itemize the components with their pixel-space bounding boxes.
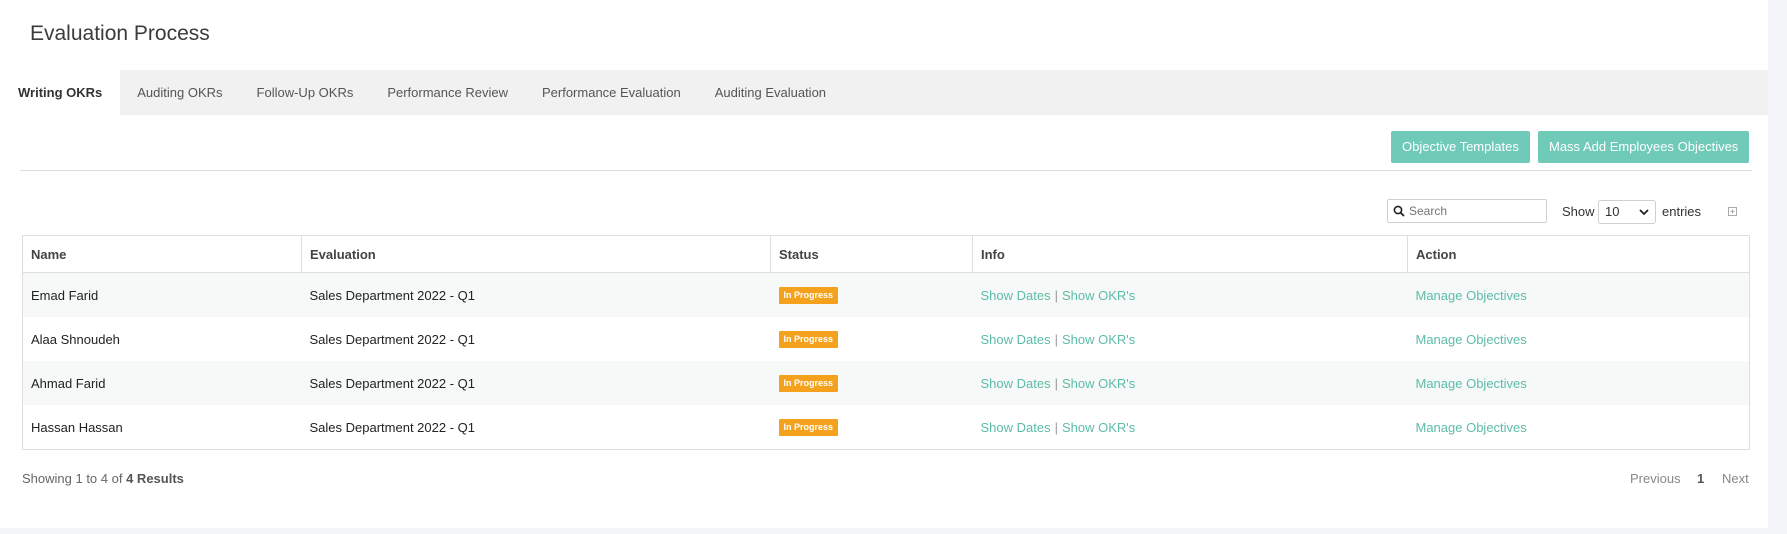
export-icon[interactable] [1728, 207, 1737, 216]
tab-auditing-evaluation[interactable]: Auditing Evaluation [698, 70, 843, 115]
status-badge: In Progress [778, 331, 839, 348]
manage-objectives-link[interactable]: Manage Objectives [1416, 288, 1527, 303]
cell-evaluation: Sales Department 2022 - Q1 [309, 331, 475, 347]
objective-templates-button[interactable]: Objective Templates [1391, 131, 1530, 163]
manage-objectives-link[interactable]: Manage Objectives [1416, 332, 1527, 347]
search-field[interactable] [1387, 199, 1547, 223]
chevron-down-icon [1639, 209, 1649, 216]
entries-label: entries [1662, 204, 1702, 219]
cell-name: Emad Farid [22, 272, 302, 317]
column-header-action[interactable]: Action [1407, 235, 1750, 273]
show-dates-link[interactable]: Show Dates [981, 332, 1051, 347]
tab-performance-evaluation[interactable]: Performance Evaluation [525, 70, 698, 115]
tab-performance-review[interactable]: Performance Review [370, 70, 525, 115]
table-row: Ahmad Farid Sales Department 2022 - Q1 I… [22, 361, 1750, 405]
evaluation-card: Evaluation Process Writing OKRs Auditing… [0, 0, 1768, 528]
table-row: Emad Farid Sales Department 2022 - Q1 In… [22, 272, 1750, 317]
status-badge: In Progress [778, 419, 839, 436]
cell-name: Ahmad Farid [22, 361, 302, 405]
previous-page-button[interactable]: Previous [1630, 471, 1681, 486]
show-label: Show [1562, 204, 1595, 219]
show-okrs-link[interactable]: Show OKR's [1062, 376, 1135, 391]
cell-name: Alaa Shnoudeh [31, 331, 120, 347]
show-okrs-link[interactable]: Show OKR's [1062, 420, 1135, 435]
table-row: Alaa Shnoudeh Sales Department 2022 - Q1… [23, 317, 1750, 361]
column-header-info[interactable]: Info [972, 235, 1408, 273]
page-size-value: 10 [1605, 204, 1620, 219]
cell-evaluation: Sales Department 2022 - Q1 [301, 361, 771, 405]
column-header-status[interactable]: Status [770, 235, 973, 273]
table-row: Hassan Hassan Sales Department 2022 - Q1… [23, 405, 1750, 450]
separator: | [1054, 375, 1058, 391]
page-title: Evaluation Process [30, 22, 210, 45]
tab-follow-up-okrs[interactable]: Follow-Up OKRs [240, 70, 371, 115]
next-page-button[interactable]: Next [1722, 471, 1749, 486]
manage-objectives-link[interactable]: Manage Objectives [1416, 420, 1527, 435]
table-header-row: Name Evaluation Status Info Action [22, 235, 1750, 273]
cell-name: Hassan Hassan [31, 419, 123, 435]
okr-table: Name Evaluation Status Info Action Emad … [22, 235, 1750, 450]
results-summary-prefix: Showing 1 to 4 of [22, 471, 123, 486]
manage-objectives-link[interactable]: Manage Objectives [1416, 376, 1527, 391]
tab-bar: Writing OKRs Auditing OKRs Follow-Up OKR… [0, 70, 1768, 115]
show-dates-link[interactable]: Show Dates [981, 376, 1051, 391]
results-count: 4 Results [126, 471, 184, 486]
show-dates-link[interactable]: Show Dates [981, 420, 1051, 435]
separator: | [1054, 331, 1058, 347]
cell-evaluation: Sales Department 2022 - Q1 [301, 272, 771, 317]
page-1-button[interactable]: 1 [1697, 471, 1704, 486]
status-badge: In Progress [778, 375, 839, 392]
page-size-select[interactable]: 10 [1598, 200, 1656, 224]
tab-auditing-okrs[interactable]: Auditing OKRs [120, 70, 239, 115]
column-header-evaluation[interactable]: Evaluation [301, 235, 771, 273]
mass-add-objectives-button[interactable]: Mass Add Employees Objectives [1538, 131, 1750, 163]
show-okrs-link[interactable]: Show OKR's [1062, 288, 1135, 303]
show-okrs-link[interactable]: Show OKR's [1062, 332, 1135, 347]
show-dates-link[interactable]: Show Dates [981, 288, 1051, 303]
divider [20, 170, 1752, 171]
status-badge: In Progress [778, 287, 839, 304]
tab-writing-okrs[interactable]: Writing OKRs [0, 70, 121, 115]
separator: | [1054, 419, 1058, 435]
results-summary: Showing 1 to 4 of 4 Results [22, 471, 184, 486]
separator: | [1054, 287, 1058, 303]
search-icon [1393, 205, 1405, 217]
search-input[interactable] [1409, 204, 1539, 218]
column-header-name[interactable]: Name [22, 235, 302, 273]
cell-evaluation: Sales Department 2022 - Q1 [309, 419, 475, 435]
